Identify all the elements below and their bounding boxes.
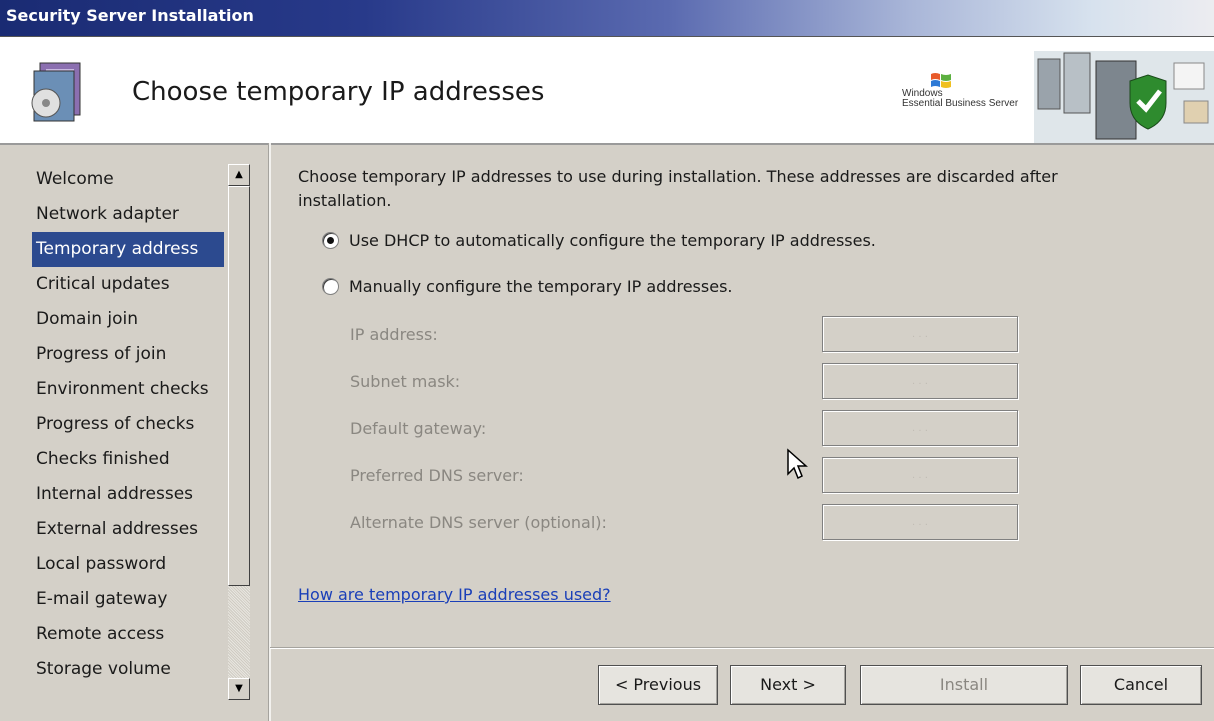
brand-line-2: Essential Business Server — [902, 98, 1019, 109]
nav-step-remote-access[interactable]: Remote access — [16, 617, 224, 652]
ip-address-field[interactable]: . . . — [822, 316, 1018, 352]
default-gateway-label: Default gateway: — [350, 419, 487, 438]
alternate-dns-field[interactable]: . . . — [822, 504, 1018, 540]
setup-package-icon — [31, 62, 81, 122]
scroll-down-button[interactable]: ▼ — [228, 678, 250, 700]
brand-banner: Windows Essential Business Server — [896, 51, 1214, 143]
dhcp-option-label: Use DHCP to automatically configure the … — [349, 231, 876, 250]
nav-step-domain-join[interactable]: Domain join — [16, 302, 224, 337]
servers-shield-icon — [1034, 51, 1214, 143]
dhcp-option[interactable]: Use DHCP to automatically configure the … — [322, 231, 876, 250]
alternate-dns-dots: . . . — [912, 517, 928, 528]
default-gateway-dots: . . . — [912, 423, 928, 434]
scroll-thumb[interactable] — [228, 186, 250, 586]
nav-step-storage-volume[interactable]: Storage volume — [16, 652, 224, 687]
page-title: Choose temporary IP addresses — [132, 77, 545, 107]
alternate-dns-label: Alternate DNS server (optional): — [350, 513, 607, 532]
manual-option-label: Manually configure the temporary IP addr… — [349, 277, 733, 296]
nav-scrollbar[interactable]: ▲ ▼ — [228, 164, 250, 700]
nav-step-progress-of-join[interactable]: Progress of join — [16, 337, 224, 372]
nav-step-network-adapter[interactable]: Network adapter — [16, 197, 224, 232]
next-button[interactable]: Next > — [730, 665, 846, 705]
manual-option[interactable]: Manually configure the temporary IP addr… — [322, 277, 732, 296]
default-gateway-field[interactable]: . . . — [822, 410, 1018, 446]
nav-step-environment-checks[interactable]: Environment checks — [16, 372, 224, 407]
nav-step-local-password[interactable]: Local password — [16, 547, 224, 582]
install-button[interactable]: Install — [860, 665, 1068, 705]
footer-separator — [270, 647, 1214, 649]
nav-step-critical-updates[interactable]: Critical updates — [16, 267, 224, 302]
subnet-mask-field[interactable]: . . . — [822, 363, 1018, 399]
subnet-mask-label: Subnet mask: — [350, 372, 461, 391]
nav-step-e-mail-gateway[interactable]: E-mail gateway — [16, 582, 224, 617]
nav-step-temporary-address[interactable]: Temporary address — [32, 232, 224, 267]
cancel-button[interactable]: Cancel — [1080, 665, 1202, 705]
mouse-pointer-icon — [787, 448, 808, 480]
nav-step-progress-of-checks[interactable]: Progress of checks — [16, 407, 224, 442]
nav-step-checks-finished[interactable]: Checks finished — [16, 442, 224, 477]
dhcp-radio[interactable] — [322, 232, 339, 249]
instructions-text: Choose temporary IP addresses to use dur… — [298, 167, 1058, 210]
ip-address-dots: . . . — [912, 329, 928, 340]
wizard-header: Choose temporary IP addresses Windows Es… — [0, 37, 1214, 145]
steps-list: Welcome Network adapter Temporary address C… — [16, 162, 224, 687]
ip-address-label: IP address: — [350, 325, 438, 344]
nav-step-internal-addresses[interactable]: Internal addresses — [16, 477, 224, 512]
subnet-mask-dots: . . . — [912, 376, 928, 387]
main-content: Choose temporary IP addresses to use dur… — [270, 143, 1214, 721]
nav-step-welcome[interactable]: Welcome — [16, 162, 224, 197]
window-title: Security Server Installation — [6, 6, 254, 25]
brand-logo-text: Windows Essential Business Server — [902, 89, 1018, 109]
preferred-dns-label: Preferred DNS server: — [350, 466, 524, 485]
manual-radio[interactable] — [322, 278, 339, 295]
scroll-up-button[interactable]: ▲ — [228, 164, 250, 186]
help-link[interactable]: How are temporary IP addresses used? — [298, 585, 611, 604]
nav-step-external-addresses[interactable]: External addresses — [16, 512, 224, 547]
previous-button[interactable]: < Previous — [598, 665, 718, 705]
wizard-steps-nav: Welcome Network adapter Temporary address C… — [16, 158, 252, 718]
title-bar: Security Server Installation — [0, 0, 1214, 37]
preferred-dns-field[interactable]: . . . — [822, 457, 1018, 493]
preferred-dns-dots: . . . — [912, 470, 928, 481]
